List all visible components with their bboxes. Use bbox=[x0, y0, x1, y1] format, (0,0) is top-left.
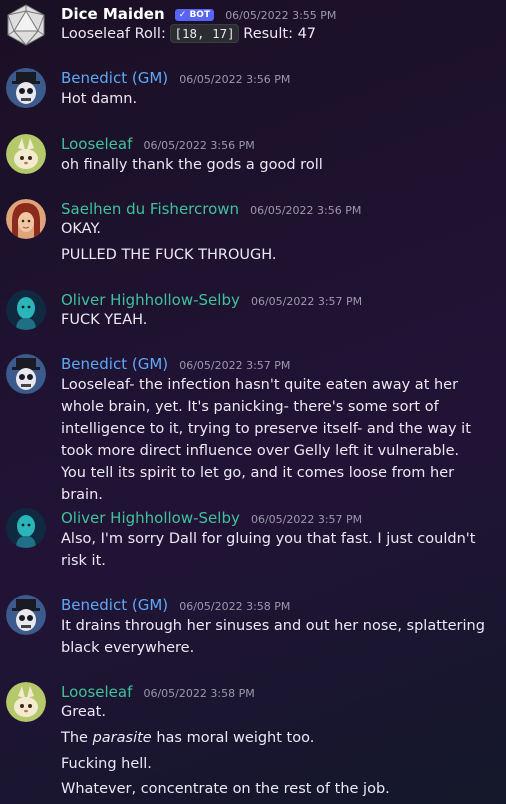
looseleaf-avatar-icon[interactable] bbox=[6, 134, 46, 174]
roll-label: Looseleaf Roll: bbox=[61, 26, 166, 42]
timestamp: 06/05/2022 3:56 PM bbox=[250, 204, 362, 217]
author-name[interactable]: Saelhen du Fishercrown bbox=[61, 200, 239, 218]
message-text: FUCK YEAH. bbox=[61, 312, 148, 328]
author-name[interactable]: Looseleaf bbox=[61, 683, 132, 701]
message-text: Fucking hell. bbox=[61, 756, 152, 772]
timestamp: 06/05/2022 3:58 PM bbox=[179, 600, 291, 613]
dice-avatar-icon[interactable] bbox=[4, 3, 48, 47]
timestamp: 06/05/2022 3:55 PM bbox=[225, 9, 337, 22]
saelhen-avatar-icon[interactable] bbox=[6, 199, 46, 239]
benedict-avatar-icon[interactable] bbox=[6, 595, 46, 635]
author-name[interactable]: Benedict (GM) bbox=[61, 355, 168, 373]
text-segment: has moral weight too. bbox=[151, 730, 315, 746]
message-content: Looseleaf Roll: [18, 17] Result: 47 bbox=[61, 24, 317, 43]
timestamp: 06/05/2022 3:57 PM bbox=[250, 295, 363, 308]
roll-result: Result: 47 bbox=[243, 26, 317, 42]
benedict-avatar-icon[interactable] bbox=[6, 354, 46, 394]
bot-badge: ✓ BOT bbox=[174, 9, 215, 21]
benedict-avatar-icon[interactable] bbox=[6, 68, 46, 108]
timestamp: 06/05/2022 3:56 PM bbox=[143, 139, 255, 152]
timestamp: 06/05/2022 3:57 PM bbox=[250, 513, 363, 526]
emphasized-text: parasite bbox=[92, 730, 152, 746]
message-text: Great. bbox=[61, 704, 106, 720]
author-name[interactable]: Oliver Highhollow-Selby bbox=[61, 291, 240, 309]
message-text: Whatever, concentrate on the rest of the… bbox=[61, 781, 390, 797]
timestamp: 06/05/2022 3:58 PM bbox=[143, 687, 255, 700]
message-text: OKAY. bbox=[61, 221, 101, 237]
author-name[interactable]: Benedict (GM) bbox=[61, 596, 168, 614]
message-text: Also, I'm sorry Dall for gluing you that… bbox=[61, 531, 476, 569]
timestamp: 06/05/2022 3:57 PM bbox=[179, 359, 291, 372]
message-text: Looseleaf- the infection hasn't quite ea… bbox=[61, 377, 471, 503]
message-text: oh finally thank the gods a good roll bbox=[61, 157, 323, 173]
author-name[interactable]: Dice Maiden bbox=[61, 5, 165, 23]
message-text: The parasite has moral weight too. bbox=[61, 730, 314, 746]
author-name[interactable]: Looseleaf bbox=[61, 135, 132, 153]
oliver-avatar-icon[interactable] bbox=[6, 508, 46, 548]
text-segment: The bbox=[61, 730, 93, 746]
looseleaf-avatar-icon[interactable] bbox=[6, 682, 46, 722]
message-text: It drains through her sinuses and out he… bbox=[61, 618, 485, 656]
author-name[interactable]: Oliver Highhollow-Selby bbox=[61, 509, 240, 527]
message-text: PULLED THE FUCK THROUGH. bbox=[61, 247, 277, 263]
oliver-avatar-icon[interactable] bbox=[6, 290, 46, 330]
author-name[interactable]: Benedict (GM) bbox=[61, 69, 168, 87]
message-text: Hot damn. bbox=[61, 91, 138, 107]
timestamp: 06/05/2022 3:56 PM bbox=[179, 73, 291, 86]
roll-code: [18, 17] bbox=[170, 24, 239, 43]
